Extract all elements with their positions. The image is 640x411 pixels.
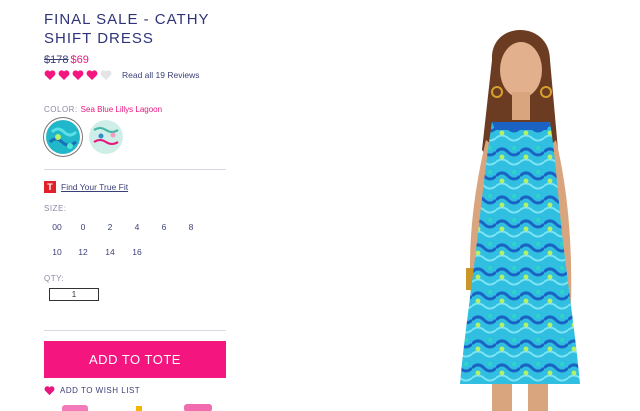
size-option[interactable]: 6 <box>153 222 175 232</box>
color-label-row: COLOR: Sea Blue Lillys Lagoon <box>44 105 162 114</box>
color-label: COLOR: <box>44 105 78 114</box>
related-products-strip <box>62 404 212 411</box>
true-fit-link[interactable]: Find Your True Fit <box>61 182 128 192</box>
swatch-light-print[interactable] <box>89 120 123 154</box>
size-option[interactable]: 00 <box>46 222 68 232</box>
qty-input[interactable] <box>49 288 99 301</box>
heart-empty-icon <box>100 70 112 80</box>
reviews-link[interactable]: Read all 19 Reviews <box>122 70 199 80</box>
product-title: FINAL SALE - CATHY SHIFT DRESS <box>44 11 210 47</box>
heart-icon <box>44 386 55 396</box>
size-option[interactable]: 0 <box>72 222 94 232</box>
price-original: $178 <box>44 54 69 66</box>
wish-list-link[interactable]: ADD TO WISH LIST <box>44 385 140 396</box>
rating-hearts <box>44 69 114 81</box>
size-option[interactable]: 14 <box>99 247 121 257</box>
size-label: SIZE: <box>44 204 67 213</box>
wish-list-label: ADD TO WISH LIST <box>60 386 141 395</box>
heart-filled-icon <box>44 70 56 80</box>
divider <box>44 169 226 170</box>
product-photo <box>460 30 580 411</box>
size-option[interactable]: 4 <box>126 222 148 232</box>
color-selected: Sea Blue Lillys Lagoon <box>80 105 163 114</box>
size-option[interactable]: 12 <box>72 247 94 257</box>
heart-filled-icon <box>58 70 70 80</box>
add-to-tote-button[interactable]: ADD TO TOTE <box>44 341 226 378</box>
size-option[interactable]: 16 <box>126 247 148 257</box>
true-fit-row[interactable]: T Find Your True Fit <box>44 181 128 193</box>
size-option[interactable]: 2 <box>99 222 121 232</box>
true-fit-icon: T <box>44 181 56 193</box>
price: $178 $69 <box>44 54 89 66</box>
divider <box>44 330 226 331</box>
price-sale: $69 <box>70 54 89 66</box>
heart-filled-icon <box>72 70 84 80</box>
qty-label: QTY: <box>44 274 65 283</box>
size-option[interactable]: 8 <box>180 222 202 232</box>
swatch-sea-blue[interactable] <box>46 120 80 154</box>
size-option[interactable]: 10 <box>46 247 68 257</box>
heart-filled-icon <box>86 70 98 80</box>
